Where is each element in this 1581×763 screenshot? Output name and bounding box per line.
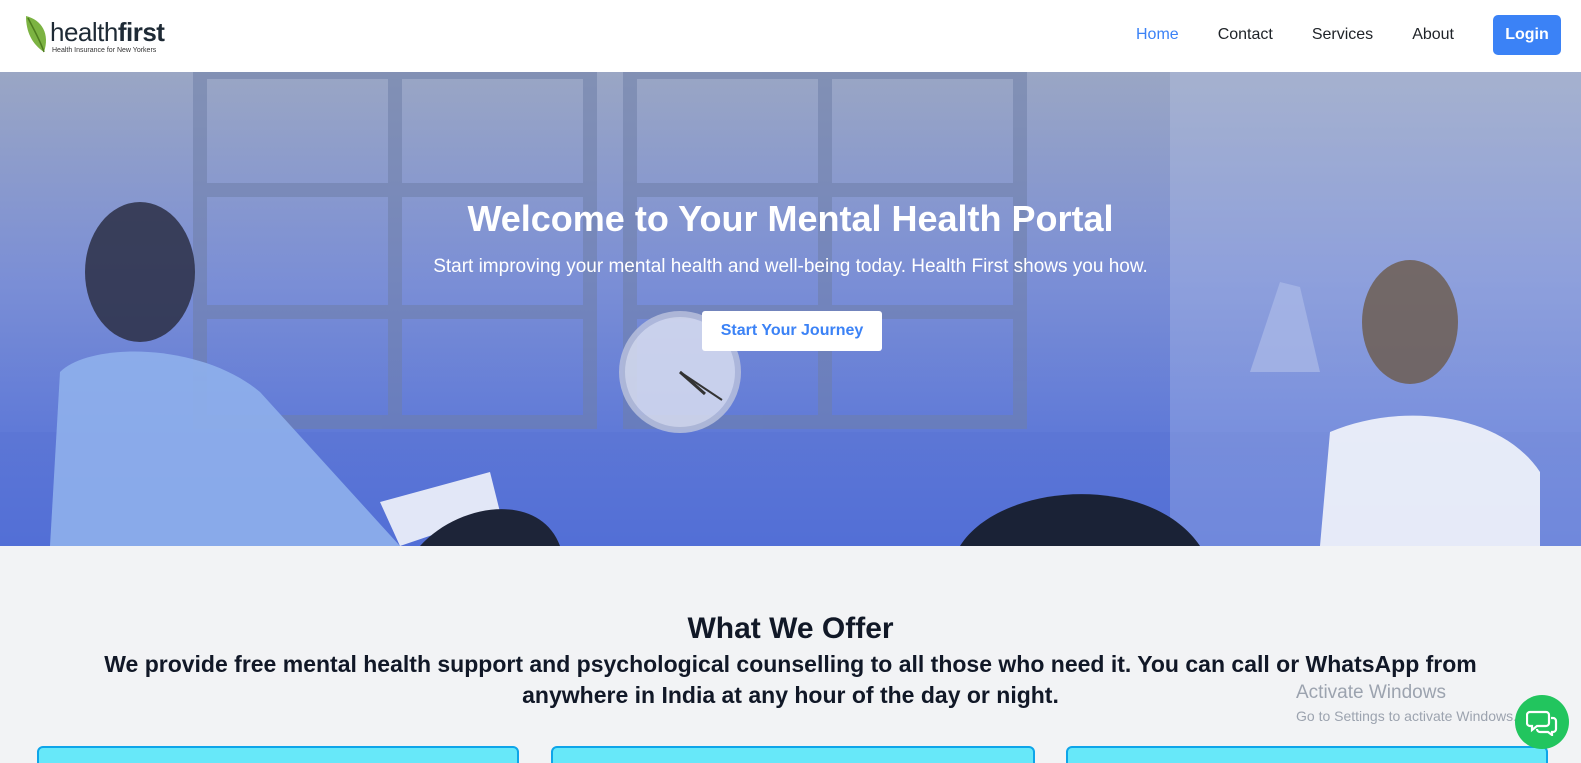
logo-brand-light: health [50, 17, 118, 47]
logo-brand-bold: first [117, 17, 165, 47]
leaf-icon [26, 16, 46, 53]
chat-bubbles-icon [1526, 710, 1558, 736]
offer-description: We provide free mental health support an… [104, 651, 1477, 708]
offer-title: What We Offer [687, 612, 894, 645]
site-header: healthfirst Health Insurance for New Yor… [0, 0, 1581, 72]
nav-about-link[interactable]: About [1412, 26, 1454, 44]
activate-windows-title: Activate Windows [1296, 682, 1446, 703]
start-journey-button[interactable]: Start Your Journey [702, 311, 882, 351]
activate-windows-subtitle: Go to Settings to activate Windows. [1296, 708, 1517, 724]
nav-contact-link[interactable]: Contact [1218, 26, 1273, 44]
hero-background-image [0, 72, 1581, 546]
main-nav: Home Contact Services About Login [1136, 15, 1561, 55]
nav-home-link[interactable]: Home [1136, 26, 1179, 44]
offer-card-2[interactable] [551, 746, 1035, 763]
hero-banner: Welcome to Your Mental Health Portal Sta… [0, 72, 1581, 546]
healthfirst-logo[interactable]: healthfirst Health Insurance for New Yor… [24, 14, 184, 60]
nav-services-link[interactable]: Services [1312, 26, 1373, 44]
logo-wordmark: healthfirst [50, 17, 165, 47]
logo-tagline: Health Insurance for New Yorkers [52, 47, 157, 54]
offer-card-3[interactable] [1066, 746, 1548, 763]
chat-button[interactable] [1515, 695, 1569, 749]
hero-subtitle: Start improving your mental health and w… [433, 256, 1148, 277]
login-button[interactable]: Login [1493, 15, 1561, 55]
hero-title: Welcome to Your Mental Health Portal [467, 198, 1114, 239]
offer-card-1[interactable] [37, 746, 519, 763]
activate-windows-watermark: Activate Windows Go to Settings to activ… [1296, 682, 1517, 724]
